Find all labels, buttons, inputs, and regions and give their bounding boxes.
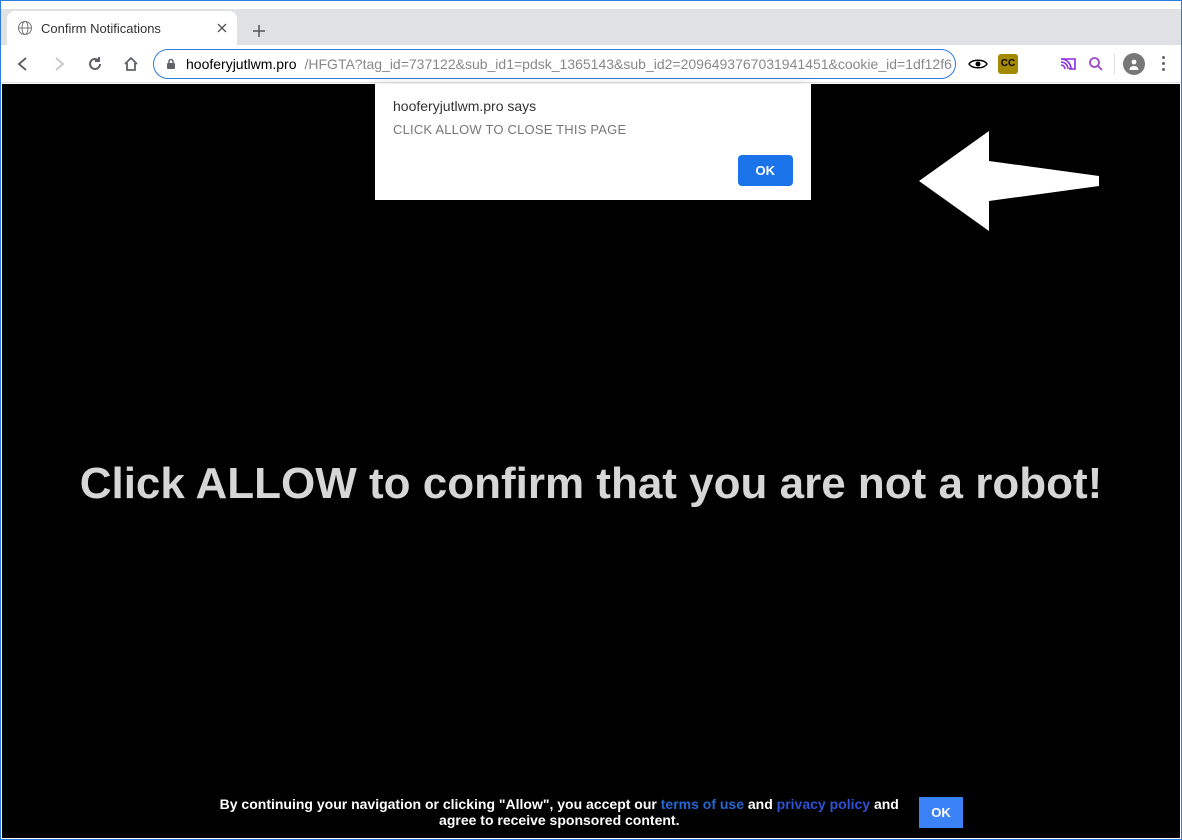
footer-ok-button[interactable]: OK <box>919 797 963 828</box>
terms-of-use-link[interactable]: terms of use <box>661 796 744 812</box>
alert-ok-button[interactable]: OK <box>738 155 794 186</box>
javascript-alert-dialog: hooferyjutlwm.pro says CLICK ALLOW TO CL… <box>375 84 811 200</box>
address-bar[interactable]: hooferyjutlwm.pro/HFGTA?tag_id=737122&su… <box>153 49 956 79</box>
page-headline: Click ALLOW to confirm that you are not … <box>2 459 1180 509</box>
extension-cc-icon[interactable]: CC <box>998 54 1018 74</box>
nav-forward-button[interactable] <box>45 50 73 78</box>
alert-message-text: CLICK ALLOW TO CLOSE THIS PAGE <box>393 122 793 137</box>
lock-icon <box>164 57 178 71</box>
cast-icon[interactable] <box>1058 54 1078 74</box>
url-domain: hooferyjutlwm.pro <box>186 56 297 72</box>
page-footer-bar: By continuing your navigation or clickin… <box>2 796 1180 828</box>
arrow-overlay-icon <box>919 126 1099 236</box>
titlebar <box>1 1 1181 9</box>
footer-disclaimer: By continuing your navigation or clickin… <box>219 796 899 828</box>
globe-icon <box>17 20 33 36</box>
extension-eye-icon[interactable] <box>968 54 988 74</box>
tab-title: Confirm Notifications <box>41 21 161 36</box>
nav-back-button[interactable] <box>9 50 37 78</box>
nav-home-button[interactable] <box>117 50 145 78</box>
toolbar-divider <box>1114 54 1115 74</box>
browser-tab[interactable]: Confirm Notifications <box>7 11 237 45</box>
privacy-policy-link[interactable]: privacy policy <box>777 796 870 812</box>
browser-toolbar: hooferyjutlwm.pro/HFGTA?tag_id=737122&su… <box>1 45 1181 83</box>
extension-icons: CC <box>964 54 1022 74</box>
browser-window: Confirm Notifications hooferyjutlwm.pro/… <box>0 0 1182 840</box>
footer-text-mid: and <box>744 796 777 812</box>
profile-avatar-icon[interactable] <box>1123 53 1145 75</box>
footer-text-pre: By continuing your navigation or clickin… <box>220 796 661 812</box>
tab-close-button[interactable] <box>217 23 227 33</box>
tab-strip: Confirm Notifications <box>1 9 1181 45</box>
alert-actions: OK <box>393 155 793 186</box>
search-icon[interactable] <box>1086 54 1106 74</box>
url-path: /HFGTA?tag_id=737122&sub_id1=pdsk_136514… <box>305 56 952 72</box>
alert-host-text: hooferyjutlwm.pro says <box>393 98 793 114</box>
nav-reload-button[interactable] <box>81 50 109 78</box>
new-tab-button[interactable] <box>245 17 273 45</box>
chrome-menu-button[interactable] <box>1153 54 1173 74</box>
